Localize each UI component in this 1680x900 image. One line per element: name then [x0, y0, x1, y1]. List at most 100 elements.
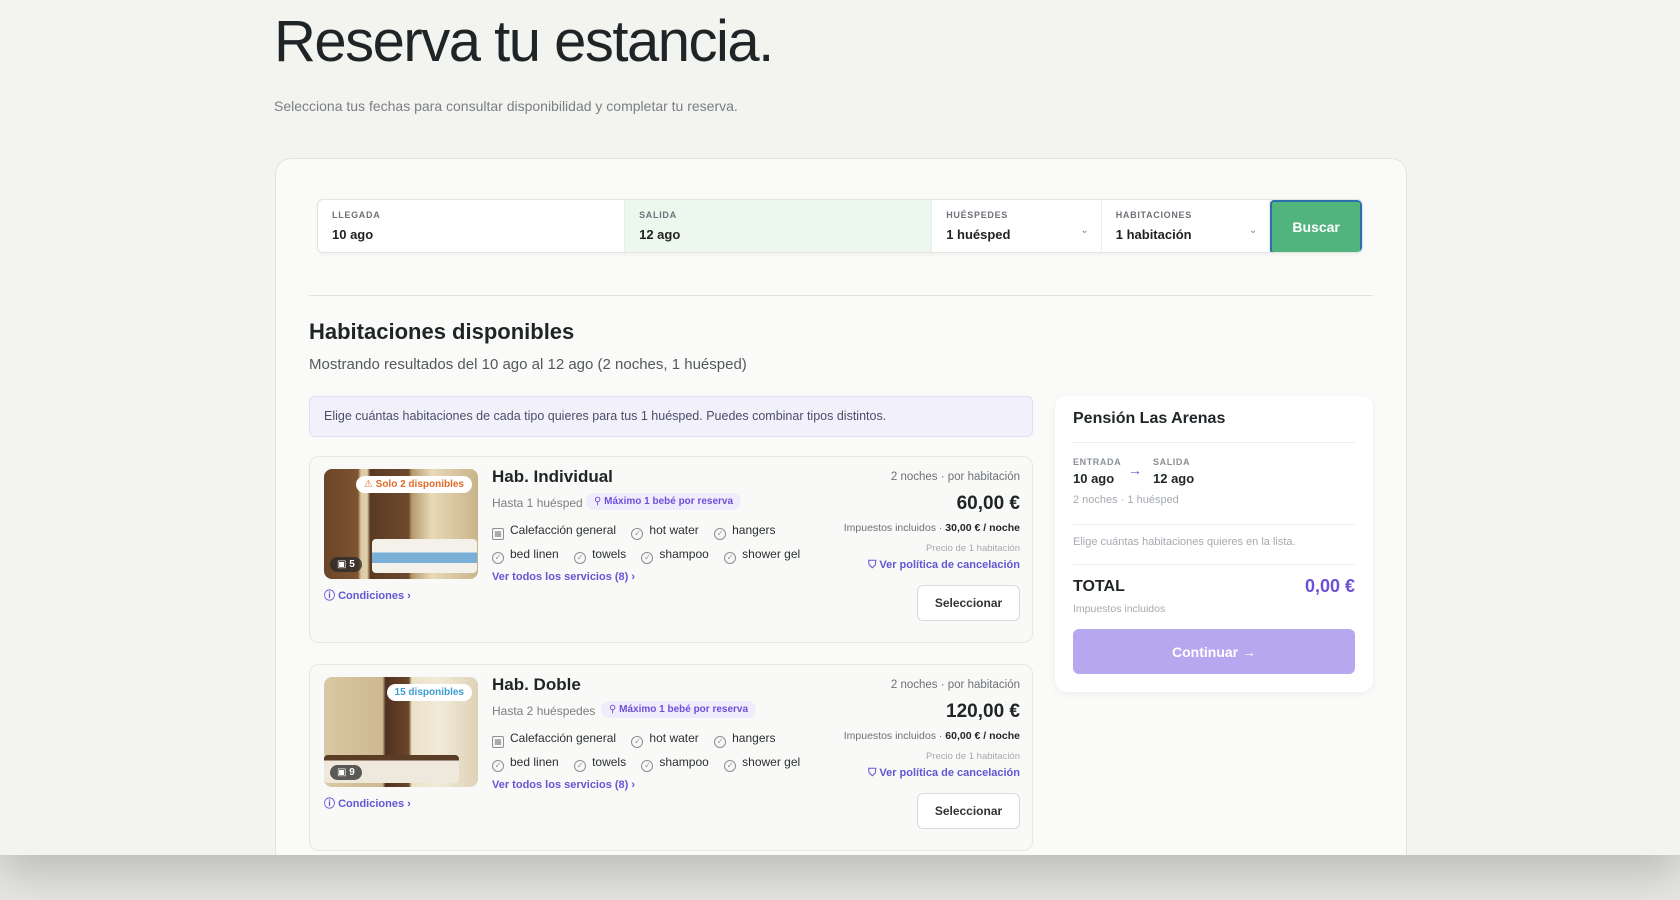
divider — [1073, 564, 1355, 565]
check-circle-icon: ✓ — [631, 528, 644, 540]
amenities-row: ✓ bed linen ✓ towels ✓ shampoo ✓ shower gel — [492, 755, 812, 772]
conditions-link[interactable]: ⓘ Condiciones › — [324, 795, 411, 811]
amenity-label: Calefacción general — [510, 731, 617, 745]
amenity-label: shampoo — [659, 547, 709, 561]
amenities-row: ▦ Calefacción general ✓ hot water ✓ hangers — [492, 731, 788, 748]
check-circle-icon: ✓ — [574, 552, 587, 564]
departure-field[interactable]: SALIDA 12 ago — [625, 200, 933, 252]
stay-meta: 2 noches · 1 huésped — [1073, 494, 1179, 506]
photo-count-badge: ▣ 5 — [330, 557, 362, 572]
check-circle-icon: ✓ — [631, 736, 644, 748]
amenity-item: ✓ hangers — [714, 523, 776, 540]
divider — [1073, 524, 1355, 525]
tax-note-label: Impuestos incluidos · — [843, 522, 946, 534]
guests-select[interactable]: HUÉSPEDES 1 huésped ⌄ — [932, 200, 1102, 252]
amenities-row: ✓ bed linen ✓ towels ✓ shampoo ✓ shower gel — [492, 547, 812, 564]
room-photo[interactable]: ⚠ Solo 2 disponibles ▣ 5 — [324, 469, 478, 579]
results-subtitle: Mostrando resultados del 10 ago al 12 ag… — [309, 356, 747, 373]
amenity-item: ✓ shampoo — [641, 755, 709, 772]
unit-note: Precio de 1 habitación — [925, 751, 1020, 762]
amenity-item: ▦ Calefacción general — [492, 523, 616, 540]
check-circle-icon: ✓ — [714, 528, 727, 540]
arrival-label: LLEGADA — [332, 210, 381, 220]
info-icon: ⓘ — [324, 798, 339, 810]
room-capacity: Hasta 2 huéspedes — [492, 704, 596, 718]
amenity-item: ✓ bed linen — [492, 547, 559, 564]
total-label: TOTAL — [1073, 578, 1125, 595]
amenity-label: shower gel — [742, 755, 801, 769]
arrival-field[interactable]: LLEGADA 10 ago — [318, 200, 626, 252]
results-title: Habitaciones disponibles — [309, 319, 575, 344]
check-circle-icon: ✓ — [724, 760, 737, 772]
chevron-down-icon: ⌄ — [1080, 225, 1089, 236]
check-circle-icon: ✓ — [574, 760, 587, 772]
conditions-label: Condiciones — [338, 798, 405, 810]
booking-card: LLEGADA 10 ago SALIDA 12 ago HUÉSPEDES 1… — [275, 158, 1407, 855]
baby-limit-badge: ⚲ Máximo 1 bebé por reserva — [586, 493, 742, 510]
image-icon: ▣ — [337, 559, 350, 570]
check-circle-icon: ✓ — [492, 552, 504, 564]
amenity-label: Calefacción general — [510, 523, 617, 537]
chevron-right-icon: › — [628, 571, 636, 583]
all-services-label: Ver todos los servicios (8) — [492, 571, 629, 583]
checkout-label: SALIDA — [1153, 457, 1191, 467]
search-button[interactable]: Buscar — [1270, 200, 1362, 252]
amenity-item: ✓ shower gel — [724, 755, 800, 772]
per-night-price: 60,00 € / noche — [945, 730, 1020, 742]
all-services-link[interactable]: Ver todos los servicios (8) › — [492, 779, 635, 791]
heater-icon: ▦ — [492, 736, 504, 748]
baby-limit-badge: ⚲ Máximo 1 bebé por reserva — [601, 701, 757, 718]
amenity-label: hangers — [732, 523, 776, 537]
baby-limit-label: Máximo 1 bebé por reserva — [619, 704, 749, 715]
info-banner: Elige cuántas habitaciones de cada tipo … — [309, 396, 1033, 437]
all-services-link[interactable]: Ver todos los servicios (8) › — [492, 571, 635, 583]
cancellation-policy-link[interactable]: ⛉ Ver política de cancelación — [868, 767, 1020, 780]
amenity-label: hot water — [649, 731, 699, 745]
room-price: 60,00 € — [956, 493, 1020, 514]
select-room-button[interactable]: Seleccionar — [917, 585, 1020, 621]
checkin-value: 10 ago — [1073, 471, 1115, 486]
info-icon: ⓘ — [324, 590, 339, 602]
amenity-item: ✓ towels — [574, 547, 626, 564]
total-tax-note: Impuestos incluidos — [1073, 603, 1166, 615]
search-bar: LLEGADA 10 ago SALIDA 12 ago HUÉSPEDES 1… — [317, 199, 1363, 253]
amenity-item: ✓ hot water — [631, 523, 699, 540]
room-price: 120,00 € — [946, 701, 1020, 722]
rooms-value: 1 habitación — [1115, 227, 1192, 242]
cancellation-policy-link[interactable]: ⛉ Ver política de cancelación — [868, 559, 1020, 572]
departure-label: SALIDA — [639, 210, 677, 220]
amenity-label: bed linen — [510, 547, 559, 561]
tax-note: Impuestos incluidos · 60,00 € / noche — [844, 730, 1020, 742]
divider — [1073, 442, 1355, 443]
tax-note-label: Impuestos incluidos · — [843, 730, 946, 742]
amenity-label: shampoo — [659, 755, 709, 769]
conditions-label: Condiciones — [338, 590, 405, 602]
chevron-right-icon: › — [628, 779, 636, 791]
price-meta: 2 noches · por habitación — [890, 471, 1020, 483]
checkout-value: 12 ago — [1153, 471, 1195, 486]
departure-value: 12 ago — [639, 227, 681, 242]
page-title: Reserva tu estancia. — [274, 9, 774, 74]
amenity-item: ✓ shampoo — [641, 547, 709, 564]
conditions-link[interactable]: ⓘ Condiciones › — [324, 587, 411, 603]
room-photo[interactable]: 15 disponibles ▣ 9 — [324, 677, 478, 787]
divider — [309, 295, 1373, 296]
amenity-item: ✓ towels — [574, 755, 626, 772]
amenities-row: ▦ Calefacción general ✓ hot water ✓ hangers — [492, 523, 788, 540]
room-name: Hab. Doble — [492, 675, 581, 694]
selection-hint: Elige cuántas habitaciones quieres en la… — [1073, 536, 1296, 548]
rooms-select[interactable]: HABITACIONES 1 habitación ⌄ — [1102, 200, 1271, 252]
per-night-price: 30,00 € / noche — [945, 522, 1020, 534]
viewport: Reserva tu estancia. Selecciona tus fech… — [0, 0, 1680, 855]
continue-button[interactable]: Continuar → — [1073, 629, 1355, 674]
baby-limit-label: Máximo 1 bebé por reserva — [604, 496, 734, 507]
tax-note: Impuestos incluidos · 30,00 € / noche — [844, 522, 1020, 534]
shield-icon: ⛉ — [868, 559, 880, 571]
image-icon: ▣ — [337, 767, 350, 778]
hotel-name: Pensión Las Arenas — [1073, 410, 1226, 427]
heater-icon: ▦ — [492, 528, 504, 540]
arrival-value: 10 ago — [332, 227, 374, 242]
shield-icon: ⛉ — [868, 767, 880, 779]
amenity-item: ✓ shower gel — [724, 547, 800, 564]
select-room-button[interactable]: Seleccionar — [917, 793, 1020, 829]
